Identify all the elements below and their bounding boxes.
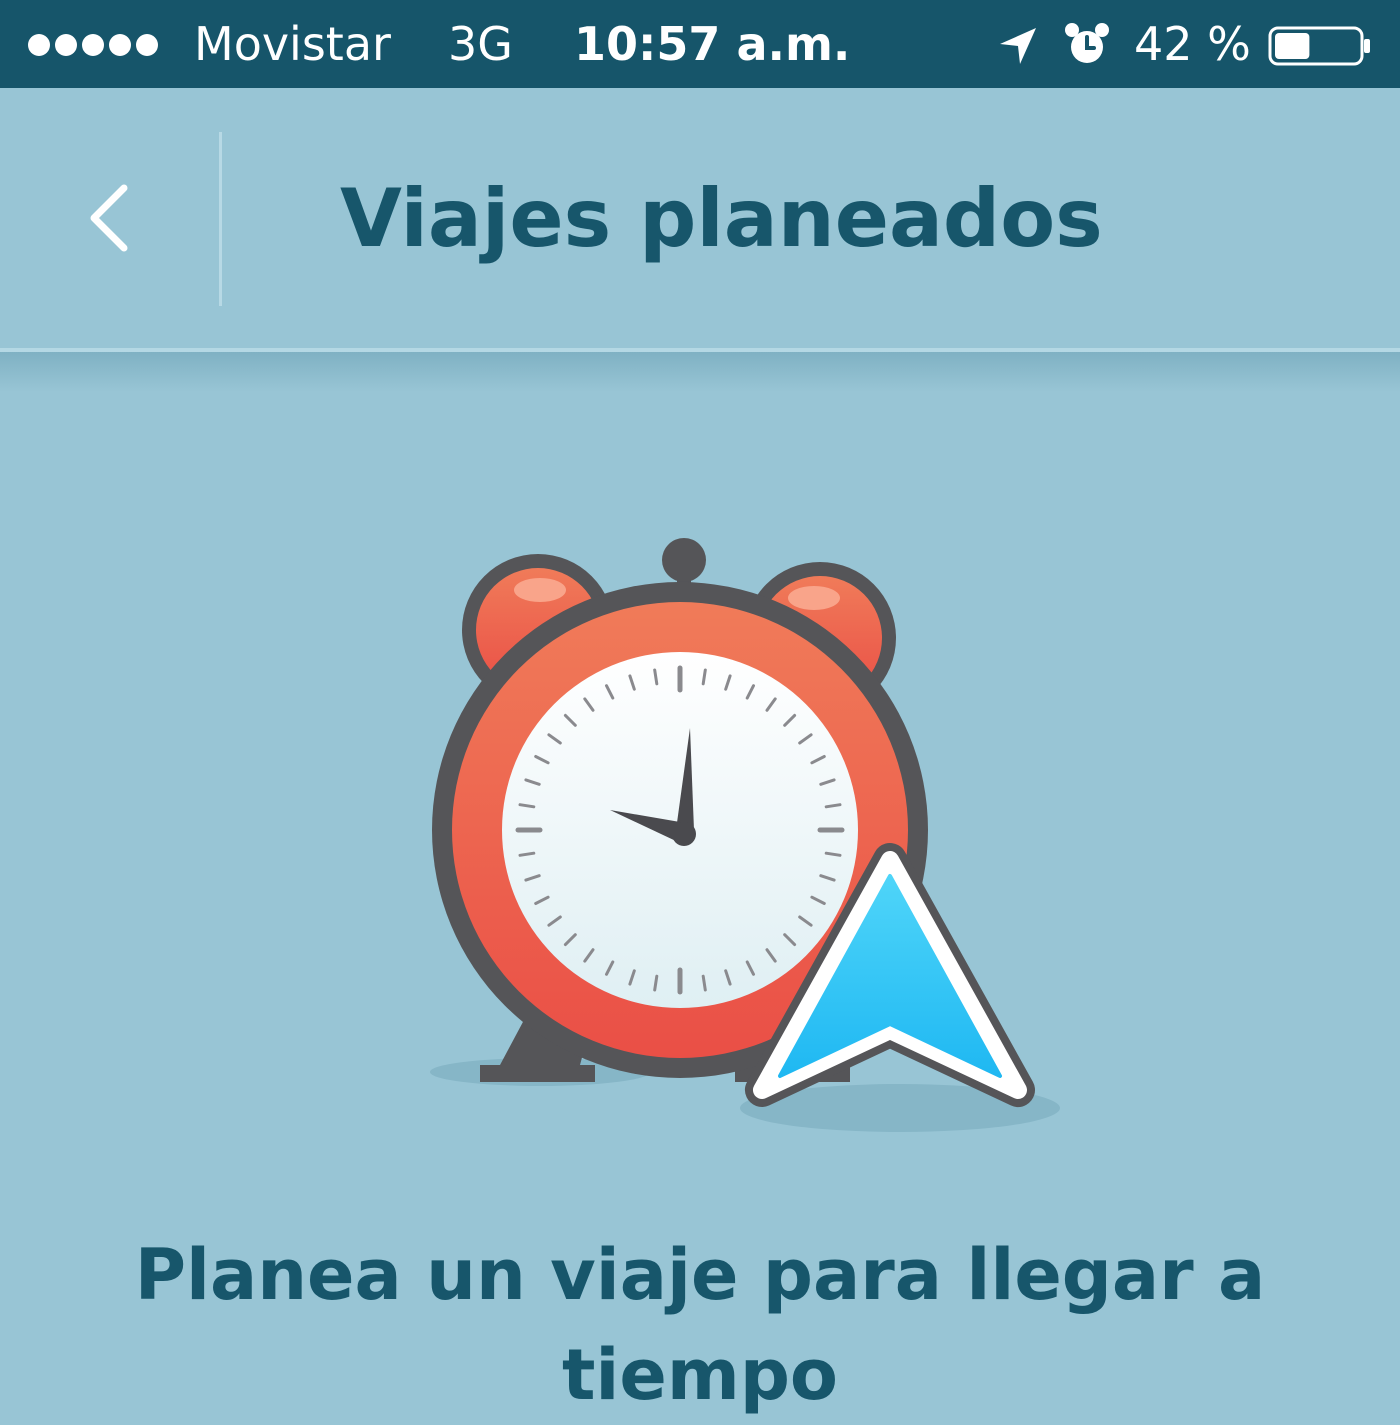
back-button[interactable] <box>60 158 160 278</box>
location-arrow-icon <box>1000 28 1036 64</box>
nav-divider <box>219 132 222 306</box>
battery-icon <box>1268 26 1370 66</box>
nav-bar: Viajes planeados <box>0 88 1400 352</box>
battery-percent: 42 % <box>1134 17 1251 71</box>
network-type: 3G <box>448 17 513 71</box>
signal-dots-icon <box>28 34 158 56</box>
battery-fill <box>1275 33 1310 59</box>
page-title: Viajes planeados <box>340 172 1103 265</box>
nav-shadow <box>0 352 1400 392</box>
empty-state-headline: Planea un viaje para llegar a tiempo <box>134 1234 1266 1416</box>
status-bar: Movistar 3G 10:57 a.m. 42 % <box>0 0 1400 88</box>
carrier-name: Movistar <box>194 17 391 71</box>
alarm-clock-with-navigation-arrow-icon <box>430 538 1060 1132</box>
alarm-icon <box>1065 23 1109 63</box>
chevron-left-icon <box>90 184 128 252</box>
status-time: 10:57 a.m. <box>574 17 851 71</box>
